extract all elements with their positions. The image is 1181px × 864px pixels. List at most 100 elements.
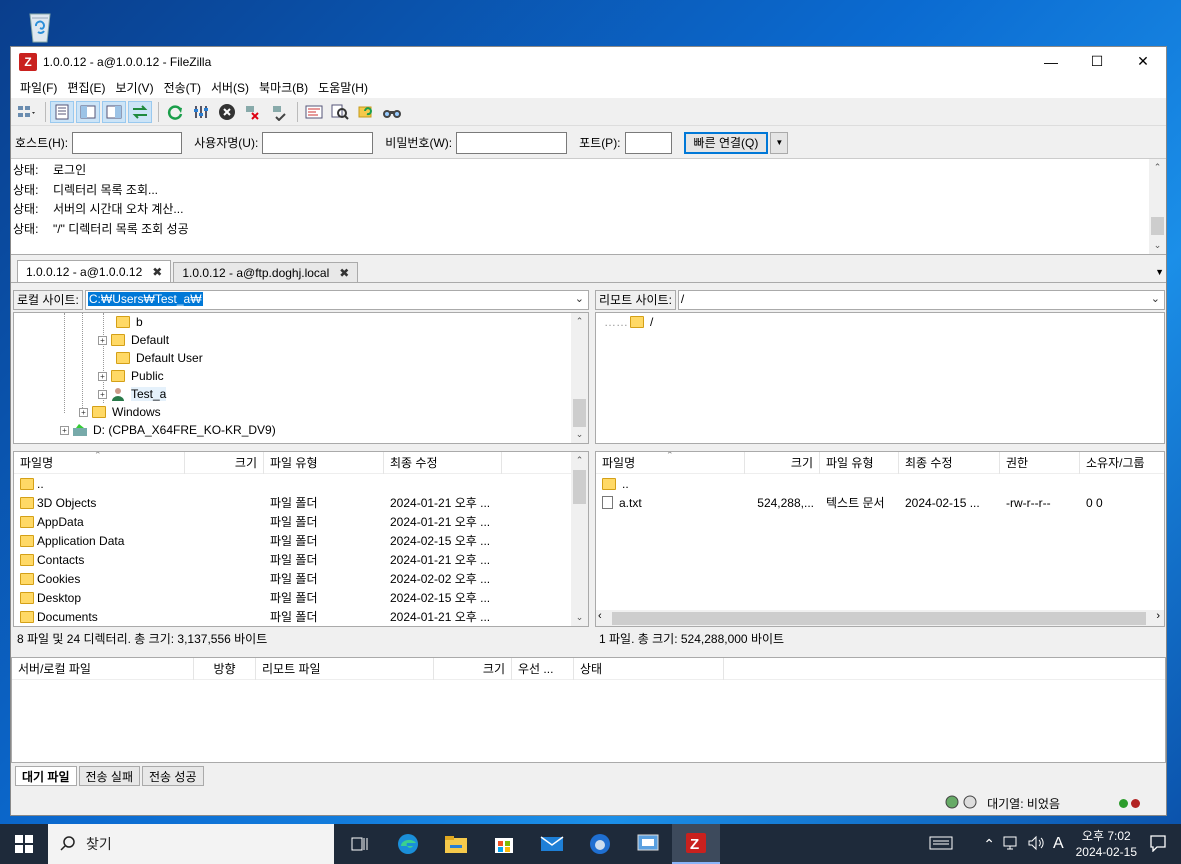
- table-row[interactable]: ..: [14, 474, 502, 493]
- toggle-local-tree-icon[interactable]: [76, 100, 100, 123]
- col-server-local-file[interactable]: 서버/로컬 파일: [12, 658, 194, 680]
- col-modified[interactable]: 최종 수정: [899, 452, 1000, 474]
- filezilla-taskbar-icon[interactable]: Z: [672, 824, 720, 864]
- volume-icon[interactable]: [1027, 835, 1045, 854]
- tab-successful-transfers[interactable]: 전송 성공: [142, 766, 204, 786]
- tree-item-drive-d[interactable]: + D: (CPBA_X64FRE_KO-KR_DV9): [60, 421, 276, 439]
- keyboard-icon[interactable]: [929, 835, 953, 854]
- remote-desktop-icon[interactable]: [624, 824, 672, 864]
- process-queue-icon[interactable]: [189, 101, 213, 123]
- menu-transfer[interactable]: 전송(T): [159, 79, 206, 96]
- scroll-down-icon[interactable]: ⌄: [571, 426, 588, 443]
- table-row[interactable]: Documents 파일 폴더 2024-01-21 오후 ...: [14, 607, 502, 626]
- maximize-button[interactable]: ☐: [1074, 47, 1120, 76]
- col-size[interactable]: 크기: [185, 452, 264, 474]
- close-button[interactable]: ✕: [1120, 47, 1166, 76]
- col-remote-file[interactable]: 리모트 파일: [256, 658, 434, 680]
- scroll-up-icon[interactable]: ⌃: [571, 313, 588, 330]
- tree-item-default[interactable]: + Default: [98, 331, 169, 349]
- toggle-log-icon[interactable]: [50, 100, 74, 123]
- speed-limit-icon[interactable]: [963, 795, 977, 812]
- tree-item-b[interactable]: b: [116, 313, 143, 331]
- recycle-bin-icon[interactable]: [20, 6, 60, 46]
- local-path-input[interactable]: C:₩Users₩Test_a₩ ⌄: [84, 290, 589, 310]
- tree-item-default-user[interactable]: Default User: [116, 349, 203, 367]
- tab-list-dropdown-icon[interactable]: ▼: [1155, 267, 1164, 277]
- notification-icon[interactable]: [1149, 834, 1167, 855]
- password-input[interactable]: [456, 131, 568, 154]
- compare-directories-icon[interactable]: [328, 101, 352, 123]
- tree-item-public[interactable]: + Public: [98, 367, 164, 385]
- scroll-thumb[interactable]: [612, 612, 1146, 625]
- col-size[interactable]: 크기: [434, 658, 512, 680]
- menu-edit[interactable]: 편집(E): [62, 79, 110, 96]
- port-input[interactable]: [624, 131, 672, 154]
- quickconnect-button[interactable]: 빠른 연결(Q): [683, 131, 769, 154]
- toggle-remote-tree-icon[interactable]: [102, 100, 126, 123]
- mail-icon[interactable]: [528, 824, 576, 864]
- menu-help[interactable]: 도움말(H): [313, 79, 373, 96]
- expand-icon[interactable]: +: [79, 407, 88, 417]
- chevron-up-icon[interactable]: ⌃: [983, 836, 995, 853]
- scroll-thumb[interactable]: [1151, 217, 1164, 235]
- scroll-up-icon[interactable]: ⌃: [571, 452, 588, 469]
- tab-server-2[interactable]: 1.0.0.12 - a@ftp.doghj.local ✖: [173, 262, 359, 282]
- cancel-operation-icon[interactable]: [215, 101, 239, 123]
- menu-file[interactable]: 파일(F): [15, 79, 62, 96]
- host-input[interactable]: [72, 131, 183, 154]
- tree-item-root[interactable]: …… /: [604, 313, 653, 331]
- close-tab-icon[interactable]: ✖: [152, 265, 162, 279]
- table-row[interactable]: 3D Objects 파일 폴더 2024-01-21 오후 ...: [14, 493, 502, 512]
- directory-filter-icon[interactable]: [302, 101, 326, 123]
- col-status[interactable]: 상태: [574, 658, 724, 680]
- table-row[interactable]: Application Data 파일 폴더 2024-02-15 오후 ...: [14, 531, 502, 550]
- minimize-button[interactable]: —: [1028, 47, 1074, 76]
- store-icon[interactable]: [480, 824, 528, 864]
- scroll-up-icon[interactable]: ⌃: [1149, 159, 1166, 176]
- local-tree-scrollbar[interactable]: ⌃ ⌄: [571, 313, 588, 443]
- table-row[interactable]: Desktop 파일 폴더 2024-02-15 오후 ...: [14, 588, 502, 607]
- task-view-icon[interactable]: [336, 824, 384, 864]
- file-explorer-icon[interactable]: [432, 824, 480, 864]
- col-type[interactable]: 파일 유형: [820, 452, 899, 474]
- close-tab-icon[interactable]: ✖: [339, 266, 349, 280]
- quickconnect-dropdown[interactable]: ▼: [770, 131, 789, 154]
- remote-path-input[interactable]: / ⌄: [677, 290, 1165, 310]
- table-row[interactable]: a.txt 524,288,... 텍스트 문서 2024-02-15 ... -rw-…: [596, 493, 1160, 512]
- chevron-down-icon[interactable]: ⌄: [1151, 292, 1160, 305]
- clock[interactable]: 오후 7:02 2024-02-15: [1076, 828, 1137, 860]
- col-modified[interactable]: 최종 수정: [384, 452, 502, 474]
- tree-item-windows[interactable]: + Windows: [79, 403, 161, 421]
- tree-item-test-a[interactable]: + Test_a: [98, 385, 167, 403]
- col-priority[interactable]: 우선 ...: [512, 658, 574, 680]
- menu-bookmarks[interactable]: 북마크(B): [254, 79, 313, 96]
- tab-failed-transfers[interactable]: 전송 실패: [78, 766, 140, 786]
- tab-queued-files[interactable]: 대기 파일: [15, 766, 77, 786]
- table-row[interactable]: Cookies 파일 폴더 2024-02-02 오후 ...: [14, 569, 502, 588]
- log-scrollbar[interactable]: ⌃ ⌄: [1149, 159, 1166, 254]
- table-row[interactable]: AppData 파일 폴더 2024-01-21 오후 ...: [14, 512, 502, 531]
- edge-icon[interactable]: [384, 824, 432, 864]
- scroll-down-icon[interactable]: ⌄: [571, 609, 588, 626]
- tab-server-1[interactable]: 1.0.0.12 - a@1.0.0.12 ✖: [17, 260, 172, 282]
- chevron-down-icon[interactable]: ⌄: [575, 292, 584, 305]
- synchronized-browsing-icon[interactable]: [354, 101, 378, 123]
- menu-view[interactable]: 보기(V): [110, 79, 158, 96]
- expand-icon[interactable]: +: [98, 389, 107, 399]
- table-row[interactable]: Contacts 파일 폴더 2024-01-21 오후 ...: [14, 550, 502, 569]
- col-size[interactable]: 크기: [745, 452, 820, 474]
- username-input[interactable]: [262, 131, 374, 154]
- windows-start-icon[interactable]: [0, 824, 48, 864]
- col-owner[interactable]: 소유자/그룹: [1080, 452, 1164, 474]
- ime-indicator[interactable]: A: [1053, 835, 1064, 853]
- search-remote-files-icon[interactable]: [380, 101, 404, 123]
- expand-icon[interactable]: +: [98, 335, 107, 345]
- scroll-right-icon[interactable]: ›: [1156, 610, 1160, 622]
- scroll-left-icon[interactable]: ‹: [598, 610, 602, 622]
- toggle-queue-icon[interactable]: [128, 100, 152, 123]
- taskbar-search[interactable]: 찾기: [48, 824, 334, 864]
- col-permissions[interactable]: 권한: [1000, 452, 1080, 474]
- disconnect-icon[interactable]: [241, 101, 265, 123]
- menu-server[interactable]: 서버(S): [206, 79, 254, 96]
- scroll-down-icon[interactable]: ⌄: [1149, 237, 1166, 254]
